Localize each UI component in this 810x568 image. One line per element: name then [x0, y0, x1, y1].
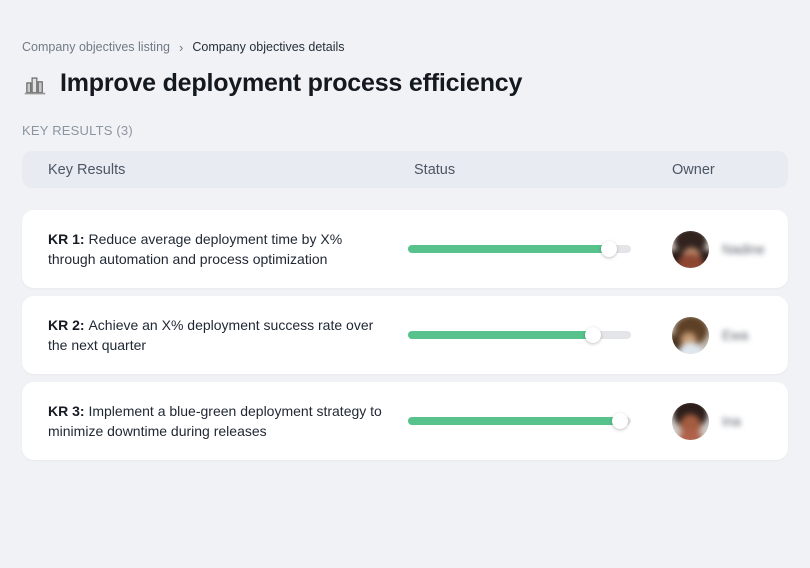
owner-avatar [672, 316, 709, 354]
progress-fill [408, 245, 609, 253]
kr-text: KR 2: Achieve an X% deployment success r… [48, 315, 393, 355]
kr-text: KR 1: Reduce average deployment time by … [48, 229, 393, 269]
column-header-status: Status [414, 161, 456, 178]
breadcrumb: Company objectives listing › Company obj… [22, 40, 788, 54]
kr-label: KR 2: [48, 317, 89, 333]
breadcrumb-listing-link[interactable]: Company objectives listing [22, 40, 170, 54]
objective-details-page: Company objectives listing › Company obj… [0, 40, 810, 460]
owner-avatar [672, 402, 709, 440]
owner-cell: Nadine [672, 230, 788, 268]
progress-thumb[interactable] [611, 413, 628, 429]
progress-slider[interactable] [408, 327, 631, 343]
key-results-list: KR 1: Reduce average deployment time by … [22, 210, 788, 460]
key-result-row-2[interactable]: KR 2: Achieve an X% deployment success r… [22, 296, 788, 374]
title-row: Improve deployment process efficiency [22, 69, 788, 98]
kr-description: Implement a blue-green deployment strate… [48, 403, 382, 439]
owner-avatar [672, 230, 709, 268]
key-result-row-3[interactable]: KR 3: Implement a blue-green deployment … [22, 382, 788, 460]
kr-label: KR 1: [48, 231, 89, 247]
progress-thumb[interactable] [600, 241, 617, 257]
chevron-right-icon: › [179, 39, 184, 55]
progress-fill [408, 417, 620, 425]
kr-description: Achieve an X% deployment success rate ov… [48, 317, 374, 353]
progress-fill [408, 331, 594, 339]
kr-description: Reduce average deployment time by X% thr… [48, 231, 343, 267]
page-title: Improve deployment process efficiency [60, 69, 523, 97]
column-header-key-results: Key Results [48, 161, 126, 178]
breadcrumb-current: Company objectives details [192, 40, 345, 54]
table-header: Key Results Status Owner [22, 151, 788, 188]
progress-slider[interactable] [408, 413, 631, 429]
buildings-icon [24, 77, 46, 94]
owner-name: Ina [722, 413, 741, 429]
column-header-owner: Owner [672, 161, 715, 178]
progress-slider[interactable] [408, 241, 631, 257]
owner-name: Nadine [722, 241, 765, 257]
kr-label: KR 3: [48, 403, 89, 419]
key-result-row-1[interactable]: KR 1: Reduce average deployment time by … [22, 210, 788, 288]
kr-text: KR 3: Implement a blue-green deployment … [48, 401, 393, 441]
key-results-section-label: KEY RESULTS (3) [22, 123, 133, 138]
owner-name: Ewa [722, 327, 749, 343]
owner-cell: Ina [672, 402, 788, 440]
owner-cell: Ewa [672, 316, 788, 354]
progress-thumb[interactable] [585, 327, 602, 343]
